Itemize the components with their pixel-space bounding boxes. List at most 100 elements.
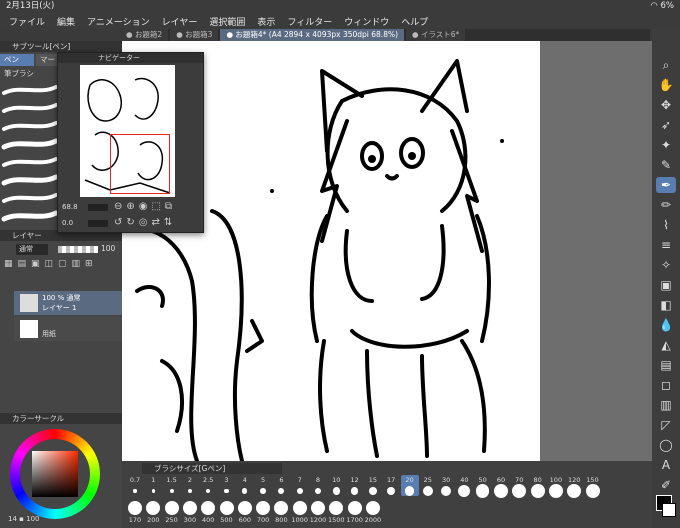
tab-document[interactable]: ● イラスト6* (406, 29, 466, 41)
zoom-slider[interactable] (88, 204, 108, 211)
brush-size-option[interactable]: 1700 (346, 501, 364, 524)
brush-size-option[interactable]: 250 (163, 501, 181, 524)
figure-icon[interactable]: ◻ (656, 377, 676, 393)
tab-marker[interactable]: マー (36, 54, 58, 66)
brush-size-option[interactable]: 2 (181, 475, 199, 494)
zoom-icon[interactable]: ⌕ (656, 57, 676, 73)
brush-size-option[interactable]: 17 (382, 475, 400, 496)
brush-size-option[interactable]: 40 (455, 475, 473, 498)
brush-size-option[interactable]: 3 (218, 475, 236, 494)
ruler-icon[interactable]: ◸ (656, 417, 676, 433)
brush-size-option[interactable]: 2.5 (199, 475, 217, 494)
menu-edit[interactable]: 編集 (57, 15, 75, 28)
brush-size-option[interactable]: 200 (144, 501, 162, 524)
brush-size-option[interactable]: 1000 (291, 501, 309, 524)
brush-size-option[interactable]: 30 (437, 475, 455, 497)
menu-layer[interactable]: レイヤー (162, 15, 198, 28)
brush-size-label: 400 (201, 516, 215, 524)
menu-animation[interactable]: アニメーション (87, 15, 150, 28)
airbrush-icon[interactable]: ≡ (656, 237, 676, 253)
layer-tools-row[interactable]: ▦▤▣◫▢▥⊞ (0, 259, 122, 275)
navigator-rotate-buttons[interactable]: ↺↻◎⇄⇅ (114, 217, 176, 228)
brush-size-option[interactable]: 1 (144, 475, 162, 493)
brush-size-option[interactable]: 120 (565, 475, 583, 498)
text-icon[interactable]: A (656, 457, 676, 473)
brush-size-option[interactable]: 12 (346, 475, 364, 495)
brush-size-option[interactable]: 1200 (309, 501, 327, 524)
menu-window[interactable]: ウィンドウ (344, 15, 389, 28)
wand-icon[interactable]: ✦ (656, 137, 676, 153)
brush-size-option[interactable]: 5 (254, 475, 272, 494)
brush-size-option[interactable]: 600 (236, 501, 254, 524)
brush-size-dot (311, 501, 325, 515)
brush-size-option[interactable]: 15 (364, 475, 382, 496)
color-wheel[interactable] (10, 429, 100, 519)
pen-icon[interactable]: ✒ (656, 177, 676, 193)
eraser-icon[interactable]: ◧ (656, 297, 676, 313)
brush-size-dot (350, 487, 359, 495)
object-icon[interactable]: ➶ (656, 117, 676, 133)
fill-icon[interactable]: ◭ (656, 337, 676, 353)
menu-view[interactable]: 表示 (257, 15, 275, 28)
stamp-icon[interactable]: ▣ (656, 277, 676, 293)
navigator-preview[interactable] (80, 65, 175, 197)
brush-size-option[interactable]: 2000 (364, 501, 382, 524)
navigator-window[interactable]: ナビゲーター 68.8 0.0 ⊖⊕◉⬚⧉ ↺↻◎⇄⇅ (57, 52, 204, 233)
menu-filter[interactable]: フィルター (287, 15, 332, 28)
brush-previews[interactable] (0, 81, 60, 231)
brush-size-option[interactable]: 60 (492, 475, 510, 498)
brush-size-option[interactable]: 1500 (327, 501, 345, 524)
brush-size-option[interactable]: 80 (529, 475, 547, 498)
pencil-icon[interactable]: ✏ (656, 197, 676, 213)
brush-size-option[interactable]: 800 (272, 501, 290, 524)
hand-icon[interactable]: ✋ (656, 77, 676, 93)
layer-row-paper[interactable]: 用紙 (14, 317, 122, 341)
tab-document[interactable]: ● お題箱2 (120, 29, 169, 41)
menu-selection[interactable]: 選択範囲 (209, 15, 245, 28)
brush-size-option[interactable]: 500 (218, 501, 236, 524)
blend-mode-select[interactable]: 通常 (16, 244, 48, 255)
line-correct-icon[interactable]: ✐ (656, 477, 676, 493)
brush-size-option[interactable]: 10 (327, 475, 345, 495)
layer-row-selected[interactable]: 100 % 通常 レイヤー 1 (14, 291, 122, 315)
blend-icon[interactable]: 💧 (656, 317, 676, 333)
frame-icon[interactable]: ▥ (656, 397, 676, 413)
brush-size-option[interactable]: 20 (400, 475, 419, 496)
sub-color-swatch[interactable] (662, 503, 676, 517)
balloon-icon[interactable]: ◯ (656, 437, 676, 453)
brush-size-option[interactable]: 300 (181, 501, 199, 524)
tab-document-active[interactable]: ● お題箱4* (A4 2894 x 4093px 350dpi 68.8%) (220, 29, 405, 41)
brush-size-option[interactable]: 170 (126, 501, 144, 524)
menu-help[interactable]: ヘルプ (401, 15, 428, 28)
brush-size-option[interactable]: 1.5 (163, 475, 181, 493)
brush-size-option[interactable]: 400 (199, 501, 217, 524)
brush-size-dot (530, 484, 545, 498)
navigator-viewport-frame[interactable] (110, 134, 170, 194)
tab-document[interactable]: ● お題箱3 (170, 29, 219, 41)
color-square[interactable] (32, 451, 78, 497)
move-icon[interactable]: ✥ (656, 97, 676, 113)
menu-file[interactable]: ファイル (9, 15, 45, 28)
brush-size-label: 2 (187, 476, 192, 484)
brush-icon[interactable]: ⌇ (656, 217, 676, 233)
brush-size-dot (314, 487, 322, 495)
opacity-slider[interactable] (58, 246, 98, 253)
decoration-icon[interactable]: ✧ (656, 257, 676, 273)
brush-size-option[interactable]: 4 (236, 475, 254, 494)
brush-size-option[interactable]: 70 (510, 475, 528, 498)
navigator-zoom-buttons[interactable]: ⊖⊕◉⬚⧉ (114, 201, 176, 212)
eyedropper-icon[interactable]: ✎ (656, 157, 676, 173)
brush-size-option[interactable]: 0.7 (126, 475, 144, 493)
angle-slider[interactable] (88, 220, 108, 227)
brush-size-option[interactable]: 100 (547, 475, 565, 498)
gradient-icon[interactable]: ▤ (656, 357, 676, 373)
tab-pen[interactable]: ペン (0, 54, 34, 66)
brush-size-option[interactable]: 700 (254, 501, 272, 524)
brush-size-option[interactable]: 8 (309, 475, 327, 495)
brush-size-label: 0.7 (129, 476, 141, 484)
brush-size-option[interactable]: 50 (474, 475, 492, 498)
brush-size-option[interactable]: 150 (584, 475, 602, 498)
brush-size-option[interactable]: 7 (291, 475, 309, 495)
brush-size-option[interactable]: 25 (419, 475, 437, 496)
brush-size-option[interactable]: 6 (272, 475, 290, 494)
